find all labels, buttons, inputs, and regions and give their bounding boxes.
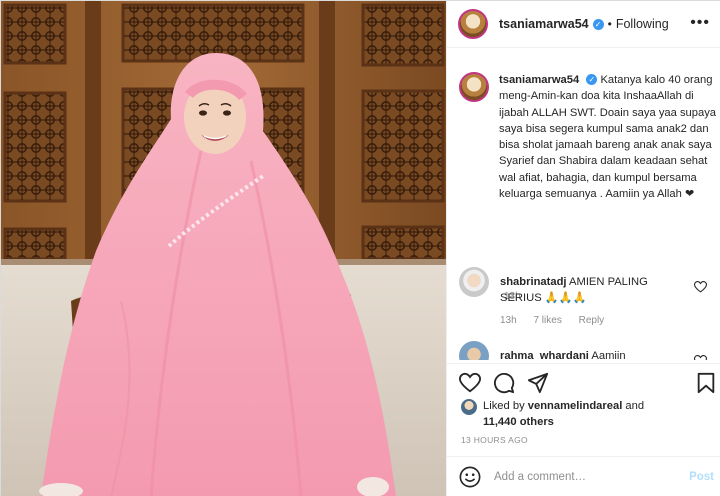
caption-body: Katanya kalo 40 orang meng-Amin-kan doa … [499, 74, 717, 201]
post-photo[interactable] [1, 1, 446, 496]
header-separator: • [607, 17, 612, 31]
comment-body: Aamiin [591, 350, 626, 360]
author-avatar[interactable] [458, 9, 488, 39]
comment-heart-icon[interactable] [694, 355, 707, 360]
more-icon[interactable]: ••• [690, 14, 710, 32]
author-username[interactable]: tsaniamarwa54 [499, 17, 589, 31]
comment-meta: 13h 7 likes Reply [500, 315, 618, 326]
liker-avatar[interactable] [461, 399, 477, 415]
bookmark-icon[interactable] [695, 372, 717, 394]
comment-time[interactable]: 13h [500, 315, 517, 326]
verified-badge-icon: ✓ [592, 18, 604, 30]
verified-badge-icon: ✓ [586, 74, 598, 85]
comment-text: rahma_whardani Aamiin [500, 349, 680, 360]
heart-icon[interactable] [459, 372, 481, 394]
likes-others-link[interactable]: 11,440 others [483, 416, 554, 428]
emoji-icon[interactable] [459, 466, 481, 488]
likes-summary: Liked by vennamelindareal and 11,440 oth… [461, 399, 716, 430]
likes-conjunction: and [625, 400, 645, 412]
share-icon[interactable] [527, 372, 549, 394]
post-timestamp[interactable]: 13 HOURS AGO [461, 435, 528, 445]
comments-section[interactable]: tsaniamarwa54 ✓ Katanya kalo 40 orang me… [447, 57, 720, 360]
commenter-avatar[interactable] [459, 267, 489, 297]
caption-username[interactable]: tsaniamarwa54 [499, 74, 579, 86]
action-bar [447, 363, 720, 401]
post-side-panel: tsaniamarwa54 ✓ • Following ••• tsaniama… [446, 1, 720, 496]
comment-input[interactable]: Add a comment… [494, 471, 586, 483]
comment-icon[interactable] [493, 372, 515, 394]
liker-username[interactable]: vennamelindareal [528, 400, 623, 412]
post-header: tsaniamarwa54 ✓ • Following ••• [447, 1, 720, 48]
photo-illustration [1, 1, 446, 496]
likes-text: Liked by vennamelindareal and 11,440 oth… [483, 399, 716, 430]
comment-reply-button[interactable]: Reply [579, 315, 605, 326]
caption-author-avatar[interactable] [459, 72, 489, 102]
comment-likes[interactable]: 7 likes [533, 315, 561, 326]
post-comment-button[interactable]: Post [689, 471, 714, 483]
comment-heart-icon[interactable] [694, 281, 707, 293]
commenter-avatar[interactable] [459, 341, 489, 360]
likes-prefix: Liked by [483, 400, 525, 412]
instagram-post-frame: tsaniamarwa54 ✓ • Following ••• tsaniama… [0, 0, 720, 496]
add-comment-bar: Add a comment… Post [447, 456, 720, 496]
following-button[interactable]: Following [616, 17, 669, 31]
comment-text: shabrinatadj AMIEN PALING SERIUS 🙏🙏🙏 [500, 275, 680, 307]
commenter-username[interactable]: rahma_whardani [500, 350, 589, 360]
commenter-username[interactable]: shabrinatadj [500, 276, 567, 288]
caption-text: tsaniamarwa54 ✓ Katanya kalo 40 orang me… [499, 72, 720, 202]
